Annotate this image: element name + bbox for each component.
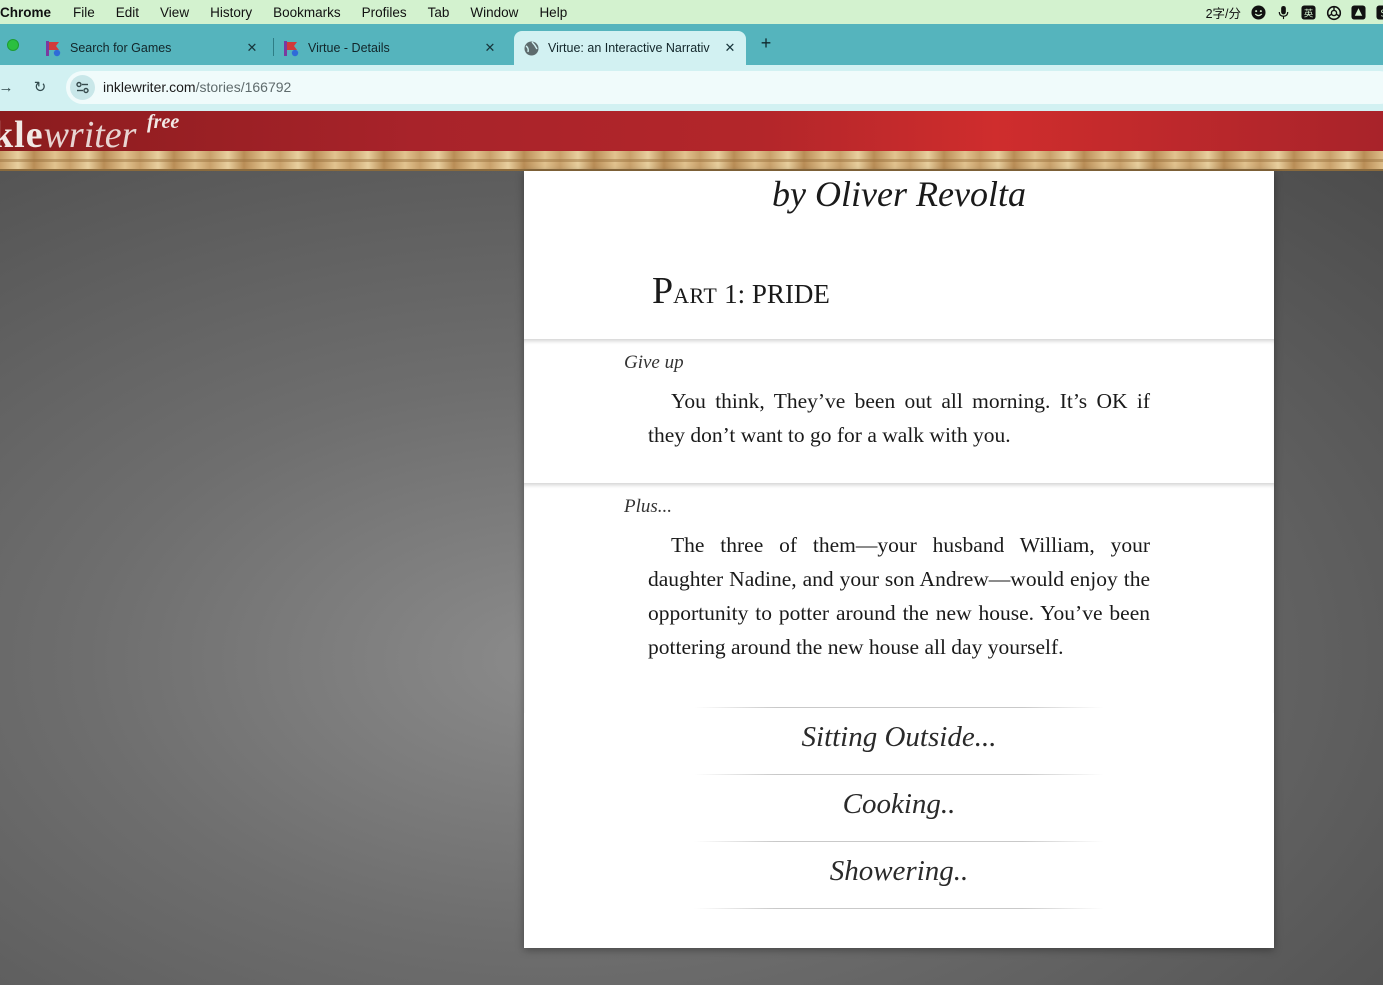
- byline-text: by Oliver Revolta: [772, 174, 1026, 214]
- choice-divider: [694, 774, 1104, 775]
- close-icon[interactable]: ✕: [244, 40, 260, 56]
- new-tab-button[interactable]: +: [756, 33, 776, 53]
- status-area: 2字/分 英 $: [1206, 0, 1383, 24]
- tab-title: Virtue: an Interactive Narrativ: [548, 41, 710, 55]
- story-section: Plus... The three of them—your husband W…: [524, 483, 1274, 713]
- alert-bell-icon[interactable]: [1351, 4, 1366, 20]
- menu-app-chrome[interactable]: Chrome: [0, 5, 51, 20]
- url-domain: inklewriter.com: [103, 79, 196, 95]
- logo-free-text: free: [147, 111, 180, 133]
- address-bar[interactable]: inklewriter.com/stories/166792: [66, 71, 1383, 104]
- story-page: by Oliver Revolta PART 1: PRIDE Give up …: [524, 171, 1274, 948]
- menu-window[interactable]: Window: [470, 5, 518, 20]
- story-section: Give up You think, They’ve been out all …: [524, 339, 1274, 484]
- url-path: /stories/166792: [195, 79, 292, 95]
- choice-showering[interactable]: Showering..: [524, 855, 1274, 888]
- menu-file[interactable]: File: [73, 5, 95, 20]
- section-text: You think, They’ve been out all morning.…: [648, 389, 1150, 447]
- menu-bookmarks[interactable]: Bookmarks: [273, 5, 341, 20]
- choice-divider: [694, 908, 1104, 909]
- tab-strip: Search for Games ✕ Virtue - Details ✕ Vi…: [0, 24, 1383, 65]
- logo-ink-text: kle: [0, 114, 44, 151]
- game-site-favicon-icon: [283, 40, 300, 57]
- choice-cooking[interactable]: Cooking..: [524, 788, 1274, 821]
- reload-icon[interactable]: ↻: [30, 78, 50, 98]
- part-title: 1: PRIDE: [717, 279, 830, 309]
- window-zoom-button[interactable]: [7, 39, 19, 51]
- tab-virtue-details[interactable]: Virtue - Details ✕: [274, 31, 506, 65]
- choice-sitting-outside[interactable]: Sitting Outside...: [524, 721, 1274, 754]
- logo-writer-text: writer: [43, 114, 137, 151]
- choice-divider: [694, 707, 1104, 708]
- forward-arrow-icon[interactable]: →: [0, 78, 16, 98]
- tab-search-for-games[interactable]: Search for Games ✕: [36, 31, 268, 65]
- menu-bar: Chrome File Edit View History Bookmarks …: [0, 0, 1383, 24]
- section-label: Plus...: [624, 496, 673, 517]
- site-info-icon[interactable]: [70, 75, 95, 100]
- close-icon[interactable]: ✕: [722, 40, 738, 56]
- close-icon[interactable]: ✕: [482, 40, 498, 56]
- tab-virtue-interactive-narrative[interactable]: Virtue: an Interactive Narrativ ✕: [514, 31, 746, 65]
- input-method-icon[interactable]: 英: [1301, 4, 1316, 20]
- svg-text:英: 英: [1304, 7, 1314, 19]
- choice-divider: [694, 841, 1104, 842]
- tab-title: Virtue - Details: [308, 41, 390, 55]
- menu-tab[interactable]: Tab: [428, 5, 450, 20]
- openai-icon[interactable]: [1326, 5, 1342, 20]
- inklewriter-header: klewriter free: [0, 111, 1383, 151]
- game-site-favicon-icon: [45, 40, 62, 57]
- part-heading: PART 1: PRIDE: [652, 269, 830, 313]
- part-initial: P: [652, 270, 674, 312]
- part-smallcaps: ART: [673, 283, 718, 308]
- inklewriter-logo[interactable]: klewriter free: [0, 111, 179, 151]
- dollar-icon[interactable]: $: [1376, 4, 1383, 20]
- globe-icon: [523, 40, 540, 57]
- input-rate-indicator[interactable]: 2字/分: [1206, 3, 1241, 22]
- tab-title: Search for Games: [70, 41, 172, 55]
- smiley-icon[interactable]: [1251, 4, 1266, 20]
- menu-history[interactable]: History: [210, 5, 252, 20]
- menu-edit[interactable]: Edit: [116, 5, 139, 20]
- menu-view[interactable]: View: [160, 5, 189, 20]
- url-text[interactable]: inklewriter.com/stories/166792: [103, 79, 291, 95]
- microphone-icon[interactable]: [1276, 5, 1291, 20]
- section-label: Give up: [624, 352, 684, 373]
- menu-help[interactable]: Help: [539, 5, 567, 20]
- story-byline: by Oliver Revolta: [524, 173, 1274, 215]
- menu-profiles[interactable]: Profiles: [362, 5, 407, 20]
- section-text: The three of them—your husband William, …: [648, 533, 1150, 659]
- wood-trim-divider: [0, 151, 1383, 171]
- browser-toolbar: → ↻ inklewriter.com/stories/166792: [0, 65, 1383, 111]
